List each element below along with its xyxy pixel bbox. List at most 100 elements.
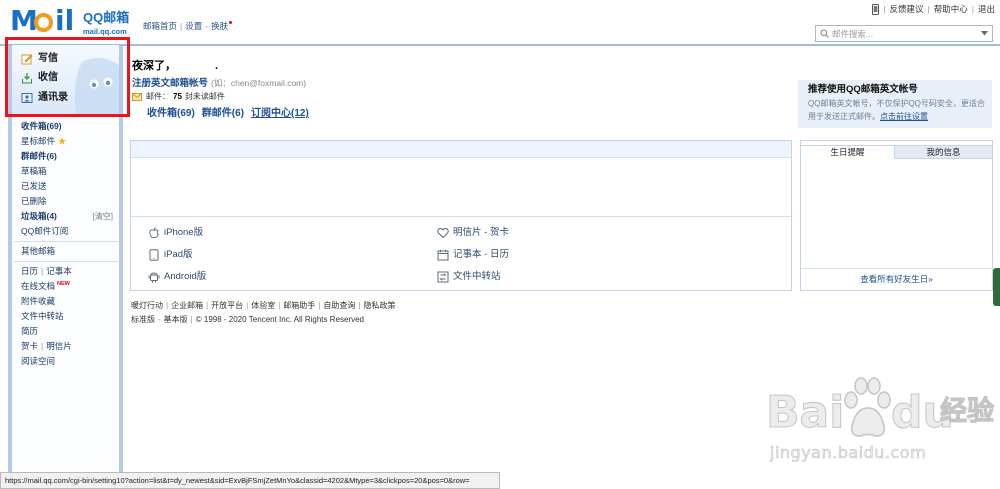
footer-link[interactable]: 邮箱助手 — [283, 301, 315, 310]
separator: | — [180, 21, 183, 31]
file-transfer-icon — [437, 271, 449, 283]
other-mailbox-link[interactable]: 其他邮箱 — [21, 246, 55, 256]
folder-inbox-link[interactable]: 收件箱(69) — [21, 121, 62, 131]
search-icon[interactable] — [820, 29, 829, 38]
promo-settings-link[interactable]: 点击前往设置 — [880, 112, 928, 121]
other-mailbox: 其他邮箱 — [21, 244, 116, 259]
panel-divider — [131, 216, 791, 217]
tool-reading: 阅读空间 — [21, 354, 116, 369]
footer-link[interactable]: 企业邮箱 — [171, 301, 203, 310]
separator: | — [246, 301, 249, 310]
footer-link[interactable]: 体验室 — [251, 301, 275, 310]
app-file-transfer-link[interactable]: 文件中转站 — [453, 270, 501, 284]
side-panel-footer: 查看所有好友生日» — [801, 268, 992, 290]
new-dot-indicator — [229, 20, 233, 24]
postcards-link[interactable]: 明信片 — [46, 341, 72, 351]
folder-drafts: 草稿箱 — [21, 164, 116, 179]
separator: | — [41, 266, 44, 276]
footer-link[interactable]: 自助查询 — [323, 301, 355, 310]
view-all-birthdays-link[interactable]: 查看所有好友生日» — [860, 274, 933, 284]
help-center-link[interactable]: 帮助中心 — [934, 3, 968, 15]
folder-deleted: 已删除 — [21, 194, 116, 209]
paw-icon — [844, 377, 891, 437]
feedback-link[interactable]: 反馈建议 — [890, 3, 924, 15]
quick-subscriptions-link[interactable]: 订阅中心(12) — [251, 108, 309, 119]
app-ipad-link[interactable]: iPad版 — [164, 248, 193, 262]
resume-link[interactable]: 简历 — [21, 326, 38, 336]
app-android[interactable]: Android版 — [148, 270, 206, 284]
reading-space-link[interactable]: 阅读空间 — [21, 356, 55, 366]
separator: - — [158, 315, 161, 324]
folder-group-link[interactable]: 群邮件(6) — [21, 151, 57, 161]
online-docs-link[interactable]: 在线文档 — [21, 281, 55, 291]
tab-my-info[interactable]: 我的信息 — [895, 145, 992, 159]
cards-link[interactable]: 贺卡 — [21, 341, 38, 351]
envelope-icon — [132, 92, 142, 101]
greeting-suffix: . — [215, 60, 219, 72]
quick-links: 收件箱(69) 群邮件(6) 订阅中心(12) — [147, 107, 316, 120]
tablet-icon — [148, 249, 160, 261]
qq-mail-logo[interactable]: M il QQ邮箱 mail.qq.com — [10, 5, 132, 39]
folder-list: 收件箱(69) 星标邮件 群邮件(6) 草稿箱 已发送 已删除 垃圾箱(4) [清… — [14, 119, 118, 369]
folder-sent: 已发送 — [21, 179, 116, 194]
side-info-panel: 生日提醒 我的信息 查看所有好友生日» — [800, 140, 993, 291]
clear-spam-link[interactable]: [清空] — [93, 209, 113, 224]
folder-subscriptions-link[interactable]: QQ邮件订阅 — [21, 226, 68, 236]
separator: | — [358, 301, 361, 310]
footer-link[interactable]: 隐私政策 — [363, 301, 395, 310]
calendar-icon — [437, 249, 449, 261]
mail-search-input[interactable] — [832, 26, 982, 41]
app-ipad[interactable]: iPad版 — [148, 248, 193, 262]
copyright: © 1998 - 2020 Tencent Inc. All Rights Re… — [195, 315, 364, 324]
logout-link[interactable]: 退出 — [978, 3, 995, 15]
notepad-link[interactable]: 记事本 — [46, 266, 72, 276]
folder-starred-link[interactable]: 星标邮件 — [21, 136, 55, 146]
standard-version-link[interactable]: 标准版 — [131, 315, 155, 324]
folder-subscriptions: QQ邮件订阅 — [21, 224, 116, 239]
register-hint: (如：chen@foxmail.com) — [211, 78, 307, 88]
folder-drafts-link[interactable]: 草稿箱 — [21, 166, 47, 176]
app-postcards[interactable]: 明信片 - 贺卡 — [437, 226, 509, 240]
separator: | — [278, 301, 281, 310]
attachments-link[interactable]: 附件收藏 — [21, 296, 55, 306]
app-iphone-link[interactable]: iPhone版 — [164, 226, 203, 240]
file-transfer-link[interactable]: 文件中转站 — [21, 311, 64, 321]
footer-link[interactable]: 暖灯行动 — [131, 301, 163, 310]
watermark-brand-right: du — [891, 387, 955, 438]
footer-links: 暖灯行动 | 企业邮箱 | 开放平台 | 体验室 | 邮箱助手 | 自助查询 | 隐私政策 — [131, 300, 395, 311]
mailbox-home-link[interactable]: 邮箱首页 — [143, 20, 177, 32]
basic-version-link[interactable]: 基本版 — [164, 315, 188, 324]
phone-icon[interactable] — [872, 3, 880, 15]
quick-inbox-link[interactable]: 收件箱(69) — [147, 108, 195, 119]
app-notes-calendar-link[interactable]: 记事本 - 日历 — [453, 248, 509, 262]
tab-birthday-reminder[interactable]: 生日提醒 — [801, 145, 895, 159]
separator: | — [206, 301, 209, 310]
app-android-link[interactable]: Android版 — [164, 270, 206, 284]
star-icon — [58, 137, 66, 145]
folder-deleted-link[interactable]: 已删除 — [21, 196, 47, 206]
watermark-brand-left: Bai — [765, 387, 845, 438]
app-file-transfer[interactable]: 文件中转站 — [437, 270, 501, 284]
tool-file-transfer: 文件中转站 — [21, 309, 116, 324]
heart-icon — [437, 227, 449, 239]
quick-group-mail-link[interactable]: 群邮件(6) — [202, 108, 244, 119]
unread-label: 邮件： — [146, 92, 170, 101]
app-iphone[interactable]: iPhone版 — [148, 226, 203, 240]
folder-sent-link[interactable]: 已发送 — [21, 181, 47, 191]
watermark-url: jingyan.baidu.com — [770, 443, 927, 462]
folder-spam-link[interactable]: 垃圾箱(4) — [21, 211, 57, 221]
register-english-account-link[interactable]: 注册英文邮箱帐号 — [132, 78, 208, 89]
chevron-down-icon[interactable] — [981, 31, 988, 36]
app-postcards-link[interactable]: 明信片 - 贺卡 — [453, 226, 509, 240]
app-notes-calendar[interactable]: 记事本 - 日历 — [437, 248, 509, 262]
main-panel: iPhone版 iPad版 Android版 明信片 - 贺卡 记事本 - 日历… — [130, 140, 792, 291]
settings-link[interactable]: 设置 — [185, 20, 202, 32]
logo-mark-right: il — [55, 4, 75, 37]
separator: | — [927, 4, 930, 14]
feedback-side-tab[interactable] — [993, 268, 1000, 306]
footer-link[interactable]: 开放平台 — [211, 301, 243, 310]
calendar-link[interactable]: 日历 — [21, 266, 38, 276]
register-english-account: 注册英文邮箱帐号 (如：chen@foxmail.com) — [132, 77, 306, 90]
skin-link[interactable]: 换肤 — [211, 20, 228, 32]
mail-search-box[interactable] — [815, 25, 993, 42]
